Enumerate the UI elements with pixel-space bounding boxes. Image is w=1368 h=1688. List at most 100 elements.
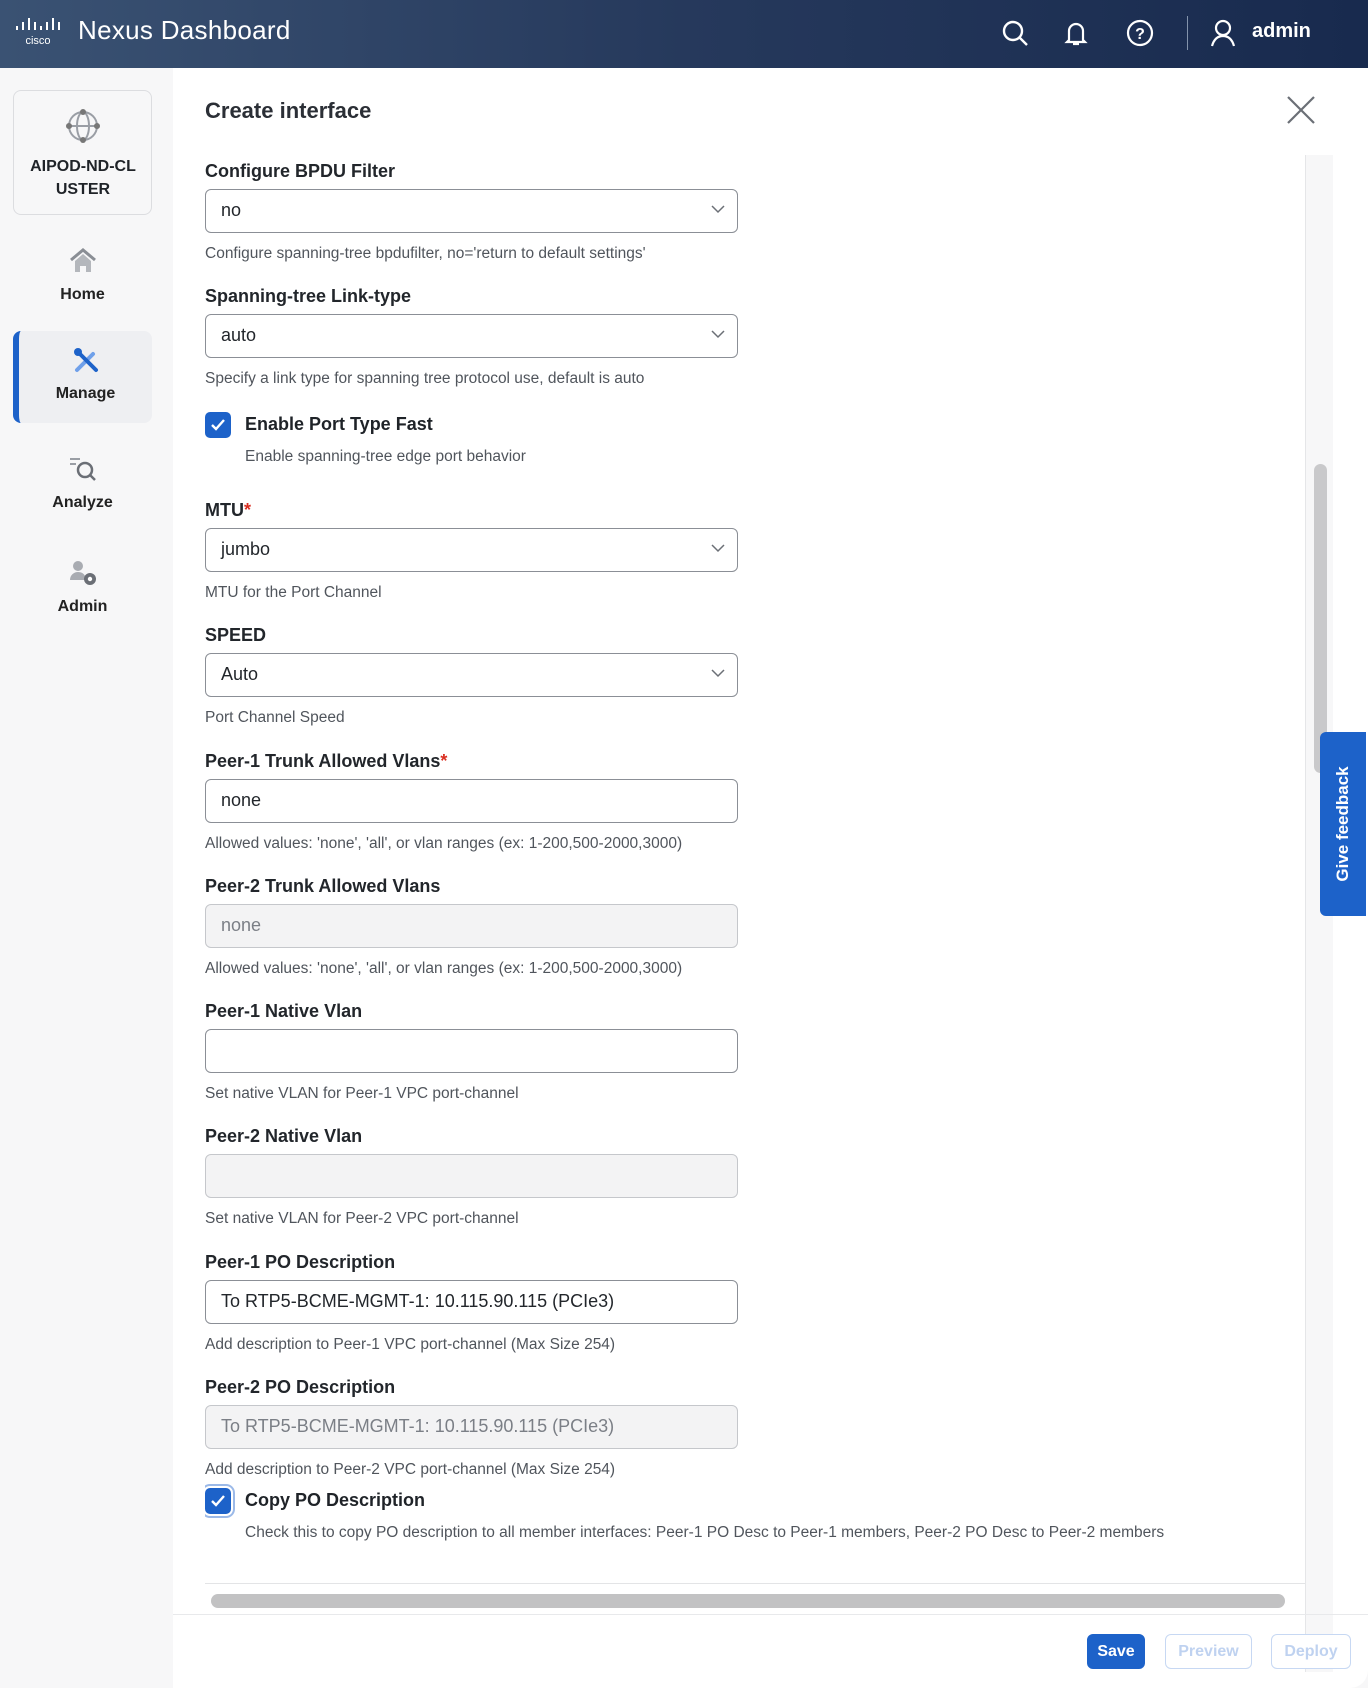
field-speed: SPEED Auto Port Channel Speed: [205, 624, 765, 731]
sidebar-item-label: Analyze: [52, 494, 113, 511]
globe-icon: [65, 109, 100, 143]
field-label: Peer-2 PO Description: [205, 1376, 765, 1398]
sidebar-item-label: Admin: [57, 598, 108, 615]
peer-1-trunk-allowed-vlans-input[interactable]: none: [205, 779, 738, 823]
field-label: Peer-2 Trunk Allowed Vlans: [205, 875, 765, 897]
field-label-text: Peer-2 Trunk Allowed Vlans: [205, 876, 441, 896]
field-value: no: [221, 200, 242, 220]
horizontal-scrollbar[interactable]: [211, 1594, 1285, 1608]
deploy-button[interactable]: Deploy: [1271, 1634, 1351, 1669]
field-label: Spanning-tree Link-type: [205, 285, 765, 307]
checkbox-help: Check this to copy PO description to all…: [245, 1524, 1165, 1541]
preview-button[interactable]: Preview: [1165, 1634, 1252, 1669]
checkmark-icon: [211, 1495, 225, 1507]
user-icon[interactable]: [1208, 18, 1238, 48]
home-icon: [69, 248, 96, 272]
checkbox-help: Enable spanning-tree edge port behavior: [245, 448, 526, 465]
bell-icon[interactable]: [1061, 18, 1091, 48]
analyze-icon: [69, 458, 96, 481]
sidebar-item-home[interactable]: Home: [13, 232, 152, 324]
create-interface-panel: Create interface Configure BPDU Filter no…: [173, 68, 1368, 1688]
field-configure-bpdu-filter: Configure BPDU Filter no Configure spannin…: [205, 160, 765, 267]
field-label-text: Peer-1 PO Description: [205, 1252, 396, 1272]
peer-1-po-description-input[interactable]: To RTP5-BCME-MGMT-1: 10.115.90.115 (PCIe…: [205, 1280, 738, 1324]
mtu-select[interactable]: jumbo: [205, 528, 738, 572]
field-label-text: Peer-1 Native Vlan: [205, 1001, 363, 1021]
chevron-down-icon: [711, 544, 725, 553]
field-label: Peer-1 PO Description: [205, 1251, 765, 1273]
field-label-text: SPEED: [205, 625, 267, 645]
tools-icon: [73, 348, 98, 372]
checkbox[interactable]: [205, 1488, 231, 1514]
field-label: SPEED: [205, 624, 765, 646]
save-button[interactable]: Save: [1087, 1634, 1145, 1669]
top-bar: cisco Nexus Dashboard ? admin: [0, 0, 1368, 68]
sidebar-item-label: Home: [60, 286, 105, 303]
checkbox-label: Copy PO Description: [245, 1490, 426, 1510]
field-label: Peer-1 Native Vlan: [205, 1000, 765, 1022]
field-mtu: MTU* jumbo MTU for the Port Channel: [205, 499, 765, 606]
field-label: Peer-2 Native Vlan: [205, 1125, 765, 1147]
required-asterisk: *: [244, 500, 252, 520]
vertical-scrollbar-thumb[interactable]: [1314, 464, 1327, 773]
field-peer-2-po-description: Peer-2 PO Description To RTP5-BCME-MGMT-1…: [205, 1376, 765, 1483]
admin-icon: [69, 561, 96, 585]
give-feedback-tab[interactable]: Give feedback: [1320, 732, 1366, 916]
field-value: auto: [221, 325, 257, 345]
field-help: Configure spanning-tree bpdufilter, no='…: [205, 245, 646, 262]
footer-divider: [173, 1614, 1368, 1615]
user-menu[interactable]: admin: [1252, 20, 1311, 43]
svg-text:cisco: cisco: [25, 35, 50, 46]
chevron-down-icon: [711, 205, 725, 214]
field-peer-1-trunk-allowed-vlans: Peer-1 Trunk Allowed Vlans* none Allowed v…: [205, 750, 765, 857]
field-label-text: Peer-1 Trunk Allowed Vlans: [205, 751, 441, 771]
configure-bpdu-filter-select[interactable]: no: [205, 189, 738, 233]
field-label-text: Peer-2 PO Description: [205, 1377, 396, 1397]
field-value: To RTP5-BCME-MGMT-1: 10.115.90.115 (PCIe…: [221, 1291, 615, 1311]
field-help: MTU for the Port Channel: [205, 584, 382, 601]
checkbox[interactable]: [205, 412, 231, 438]
field-help: Allowed values: 'none', 'all', or vlan r…: [205, 835, 683, 852]
sidebar-item-manage[interactable]: Manage: [13, 331, 152, 423]
field-value: none: [221, 915, 262, 935]
form-bottom-divider: [205, 1583, 1305, 1584]
chevron-down-icon: [711, 669, 725, 678]
panel-title: Create interface: [205, 98, 372, 123]
sidebar-item-label: Manage: [55, 385, 116, 402]
form-scroll-area[interactable]: Configure BPDU Filter no Configure spannin…: [205, 155, 1305, 1585]
field-value: To RTP5-BCME-MGMT-1: 10.115.90.115 (PCIe…: [221, 1416, 615, 1436]
sidebar-item-admin[interactable]: Admin: [13, 544, 152, 636]
close-icon[interactable]: [1285, 94, 1317, 126]
cluster-selector[interactable]: AIPOD-ND-CLUSTER: [13, 90, 152, 215]
search-icon[interactable]: [1000, 18, 1030, 48]
field-peer-1-po-description: Peer-1 PO Description To RTP5-BCME-MGMT-1…: [205, 1251, 765, 1358]
field-spanning-tree-link-type: Spanning-tree Link-type auto Specify a lin…: [205, 285, 765, 392]
speed-select[interactable]: Auto: [205, 653, 738, 697]
spanning-tree-link-type-select[interactable]: auto: [205, 314, 738, 358]
svg-text:?: ?: [1135, 26, 1145, 43]
cluster-name: AIPOD-ND-CLUSTER: [30, 158, 136, 198]
field-value: jumbo: [221, 539, 271, 559]
app-title: Nexus Dashboard: [78, 15, 291, 45]
field-help: Allowed values: 'none', 'all', or vlan r…: [205, 960, 683, 977]
field-help: Set native VLAN for Peer-1 VPC port-chan…: [205, 1085, 519, 1102]
field-help: Add description to Peer-1 VPC port-chann…: [205, 1336, 616, 1353]
field-label-text: Peer-2 Native Vlan: [205, 1126, 363, 1146]
help-icon[interactable]: ?: [1125, 18, 1155, 48]
cisco-logo: cisco: [16, 18, 60, 46]
field-label-text: MTU: [205, 500, 244, 520]
field-label: MTU*: [205, 499, 765, 521]
field-help: Add description to Peer-2 VPC port-chann…: [205, 1461, 616, 1478]
give-feedback-label: Give feedback: [1333, 766, 1352, 882]
field-peer-1-native-vlan: Peer-1 Native Vlan Set native VLAN for Pe…: [205, 1000, 765, 1107]
field-label: Configure BPDU Filter: [205, 160, 765, 182]
field-label-text: Spanning-tree Link-type: [205, 286, 412, 306]
sidebar-item-analyze[interactable]: Analyze: [13, 440, 152, 532]
field-label-text: Configure BPDU Filter: [205, 161, 396, 181]
checkmark-icon: [211, 419, 225, 431]
field-value: Auto: [221, 664, 259, 684]
peer-1-native-vlan-input[interactable]: [205, 1029, 738, 1073]
checkbox-label: Enable Port Type Fast: [245, 414, 433, 434]
field-label: Peer-1 Trunk Allowed Vlans*: [205, 750, 765, 772]
field-help: Specify a link type for spanning tree pr…: [205, 370, 645, 387]
